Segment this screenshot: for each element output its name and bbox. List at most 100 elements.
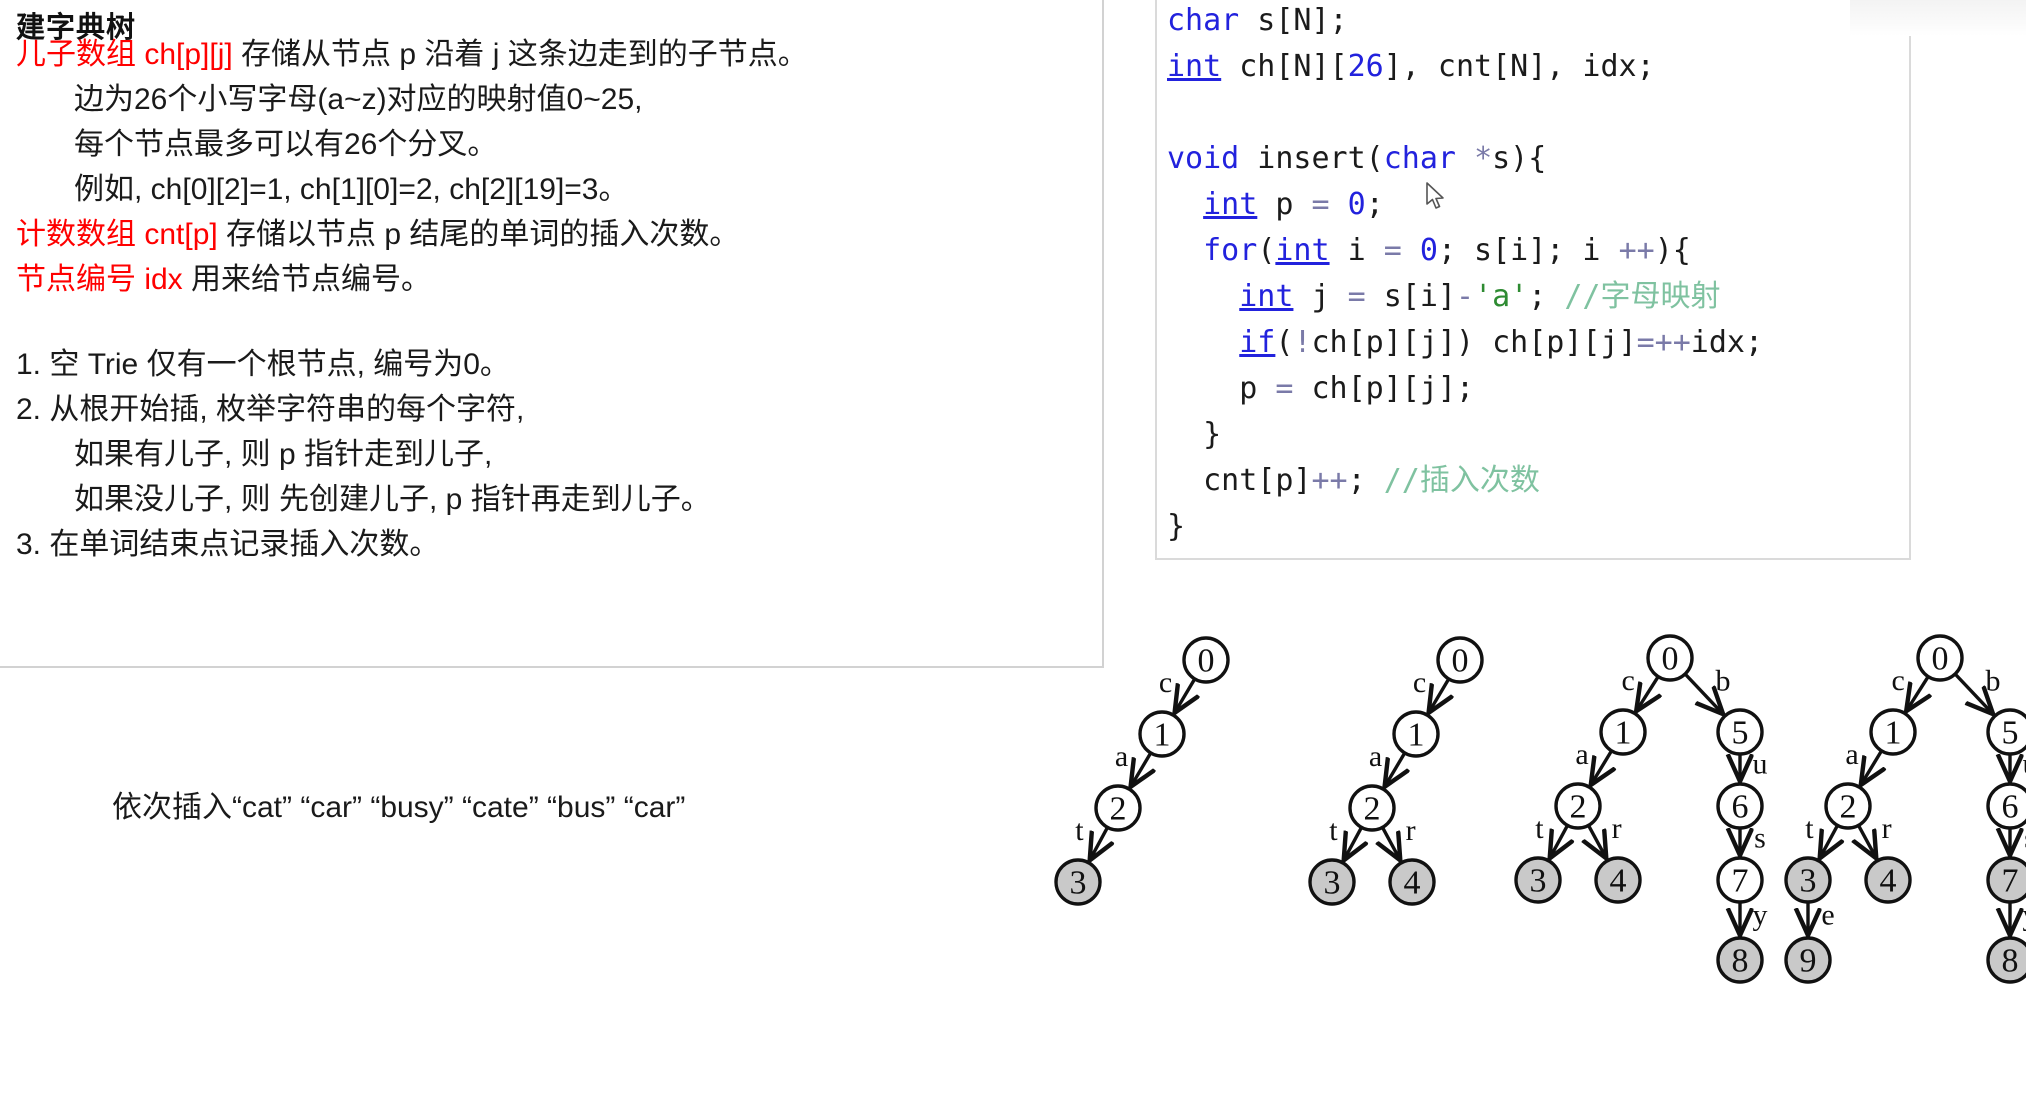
trie-node-label: 5 — [1732, 715, 1749, 752]
note-line: 1. 空 Trie 仅有一个根节点, 编号为0。 — [16, 350, 510, 380]
code-token: if — [1239, 325, 1276, 360]
code-line: cnt[p]++; //插入次数 — [1167, 458, 1909, 504]
trie-edge-label: y — [1753, 899, 1768, 932]
code-line: void insert(char *s){ — [1167, 136, 1909, 182]
code-token: int — [1275, 233, 1330, 268]
code-token: = — [1275, 371, 1294, 406]
trie-edge — [1593, 749, 1612, 782]
code-token: 26 — [1347, 49, 1384, 84]
highlighted-term: 计数数组 cnt[p] — [16, 218, 218, 251]
code-token: ++ — [1311, 463, 1348, 498]
trie-edge-label: b — [1985, 664, 2000, 697]
highlighted-term: 儿子数组 ch[p][j] — [16, 38, 233, 71]
note-line: 2. 从根开始插, 枚举字符串的每个字符, — [16, 395, 524, 425]
trie-edge-label: t — [1535, 812, 1544, 845]
note-text: 存储从节点 p 沿着 j 这条边走到的子节点。 — [232, 38, 808, 71]
trie-node-label: 3 — [1530, 863, 1547, 900]
trie-node-label: 1 — [1154, 717, 1171, 754]
code-token: // — [1564, 279, 1601, 314]
code-token: ch[p][j]) ch[p][j] — [1311, 325, 1637, 360]
code-token: for — [1203, 233, 1258, 268]
code-line: } — [1167, 412, 1909, 458]
code-token: 插入次数 — [1419, 463, 1540, 498]
code-token: p — [1167, 371, 1276, 406]
trie-edge — [1132, 752, 1150, 784]
code-token: - — [1456, 279, 1475, 314]
note-text: 用来给节点编号。 — [182, 263, 432, 296]
trie-edge — [1863, 749, 1882, 782]
trie-edge-label: c — [1413, 666, 1426, 699]
note-line: 如果没儿子, 则 先创建儿子, p 指针再走到儿子。 — [74, 485, 711, 515]
code-line: p = ch[p][j]; — [1167, 366, 1909, 412]
note-line: 3. 在单词结束点记录插入次数。 — [16, 530, 439, 560]
note-line: 节点编号 idx 用来给节点编号。 — [16, 265, 431, 295]
code-token: // — [1383, 463, 1420, 498]
note-text: 1. 空 Trie 仅有一个根节点, 编号为0。 — [16, 348, 510, 381]
note-line: 计数数组 cnt[p] 存储以节点 p 结尾的单词的插入次数。 — [16, 220, 739, 250]
code-line: int j = s[i]-'a'; //字母映射 — [1167, 274, 1909, 320]
code-panel: char s[N]; int ch[N][26], cnt[N], idx; vo… — [1155, 0, 1911, 560]
trie-edge — [1858, 824, 1874, 855]
code-token: ; — [1528, 279, 1565, 314]
code-token: ! — [1293, 325, 1312, 360]
note-text: 3. 在单词结束点记录插入次数。 — [16, 528, 440, 561]
code-token: void — [1167, 141, 1240, 176]
trie-node-label: 1 — [1885, 715, 1902, 752]
trie-edge — [1382, 826, 1398, 857]
note-text: 如果有儿子, 则 p 指针走到儿子, — [74, 438, 493, 471]
code-token: 0 — [1419, 233, 1438, 268]
note-text: 如果没儿子, 则 先创建儿子, p 指针再走到儿子。 — [74, 483, 711, 516]
note-text: 例如, ch[0][2]=1, ch[1][0]=2, ch[2][19]=3。 — [74, 173, 629, 206]
code-line: } — [1167, 504, 1909, 550]
code-token: } — [1167, 509, 1186, 544]
trie-node-label: 8 — [1732, 943, 1749, 980]
note-line: 边为26个小写字母(a~z)对应的映射值0~25, — [74, 85, 642, 115]
code-line: char s[N]; — [1167, 0, 1909, 44]
trie-edge — [1386, 752, 1404, 784]
trie-edge-label: a — [1575, 738, 1588, 771]
code-token: ; s[i]; i — [1437, 233, 1619, 268]
trie-edge — [1345, 826, 1361, 857]
trie-edge-label: c — [1891, 664, 1904, 697]
insertion-sequence-caption: 依次插入“cat” “car” “busy” “cate” “bus” “car… — [112, 791, 686, 824]
trie-node-label: 1 — [1615, 715, 1632, 752]
code-token: char — [1167, 3, 1240, 38]
trie-node-label: 3 — [1324, 865, 1341, 902]
trie-node-label: 2 — [1110, 791, 1127, 828]
note-text: 存储以节点 p 结尾的单词的插入次数。 — [217, 218, 740, 251]
trie-diagram-group: cat0123 catr01234 cbatrusy012345678 cbat… — [1054, 600, 2026, 1106]
trie-node-label: 0 — [1198, 643, 1215, 680]
trie-node-label: 1 — [1408, 717, 1425, 754]
trie-node-label: 4 — [1610, 863, 1627, 900]
code-token: ], cnt[N], idx; — [1383, 49, 1655, 84]
trie-node-label: 8 — [2002, 943, 2019, 980]
trie-node-label: 2 — [1364, 791, 1381, 828]
note-line: 例如, ch[0][2]=1, ch[1][0]=2, ch[2][19]=3。 — [74, 175, 629, 205]
trie-edge-label: t — [1075, 814, 1084, 847]
code-token: p — [1257, 187, 1312, 222]
trie-edge-label: r — [1882, 812, 1892, 845]
note-text: 2. 从根开始插, 枚举字符串的每个字符, — [16, 393, 525, 426]
code-token: s[N]; — [1239, 3, 1348, 38]
code-token: char — [1383, 141, 1456, 176]
trie-edge-label: r — [1406, 814, 1416, 847]
code-token: j — [1293, 279, 1348, 314]
trie-edge — [1551, 824, 1567, 855]
code-token: int — [1203, 187, 1258, 222]
trie-node-label: 7 — [1732, 863, 1749, 900]
trie-node-label: 9 — [1800, 943, 1817, 980]
trie-edge — [1908, 675, 1928, 709]
trie-node-label: 2 — [1570, 789, 1587, 826]
code-token: ch[p][j]; — [1293, 371, 1475, 406]
code-line: int ch[N][26], cnt[N], idx; — [1167, 44, 1909, 90]
trie-step-4: cbatreusy0123456789 — [1784, 634, 2026, 984]
trie-node-label: 4 — [1880, 863, 1897, 900]
code-token: * — [1474, 141, 1493, 176]
trie-edge — [1588, 824, 1604, 855]
code-token: insert( — [1239, 141, 1384, 176]
